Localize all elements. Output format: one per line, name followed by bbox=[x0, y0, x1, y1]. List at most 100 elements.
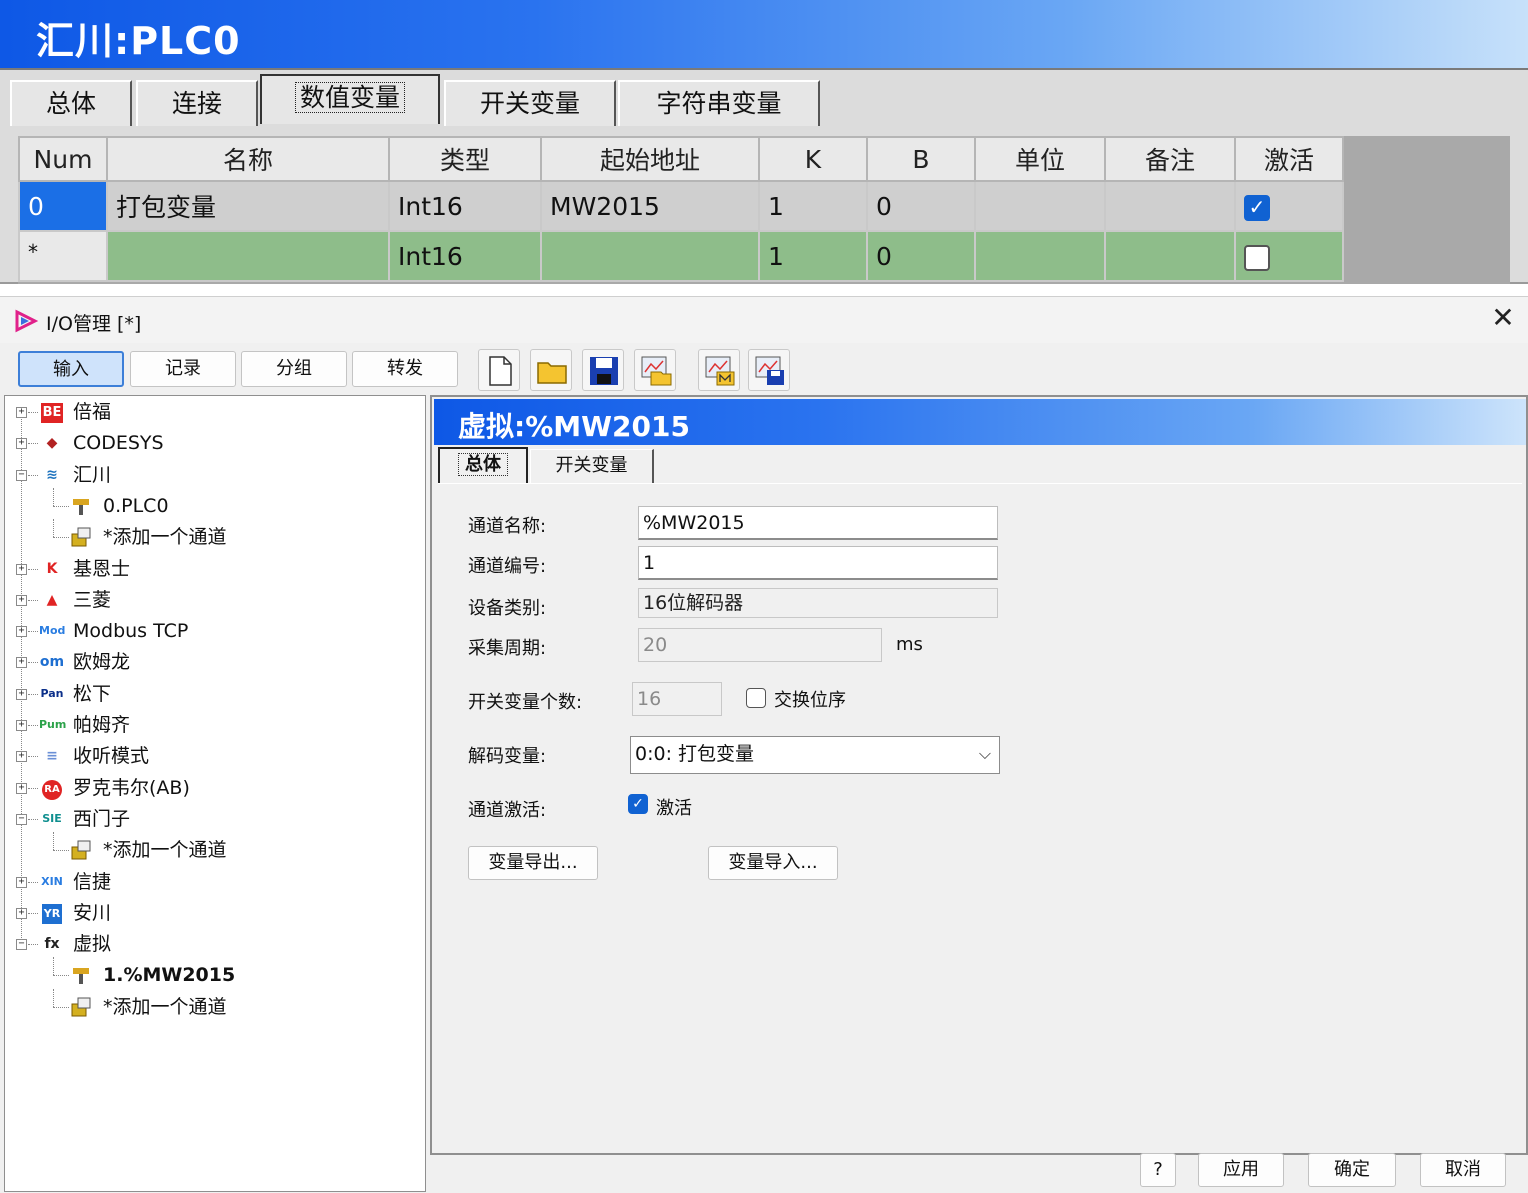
collapse-icon[interactable]: − bbox=[16, 469, 27, 481]
tree-item-vendor[interactable]: + BE 倍福 bbox=[5, 398, 423, 426]
expand-icon[interactable]: + bbox=[16, 688, 27, 700]
expand-icon[interactable]: + bbox=[16, 407, 27, 418]
decode-variable-select[interactable]: 0:0: 打包变量 ⌵ bbox=[630, 736, 1000, 774]
cell-type[interactable]: Int16 bbox=[388, 180, 542, 232]
tree-item-vendor[interactable]: + ◆ CODESYS bbox=[5, 429, 423, 457]
expand-icon[interactable]: + bbox=[16, 438, 27, 450]
col-type[interactable]: 类型 bbox=[388, 136, 542, 182]
save-chart-button[interactable] bbox=[748, 349, 790, 391]
swap-bit-order-checkbox[interactable] bbox=[746, 688, 766, 708]
cancel-button[interactable]: 取消 bbox=[1420, 1153, 1506, 1187]
cell-unit[interactable] bbox=[974, 180, 1106, 232]
tree-item-channel[interactable]: 0.PLC0 bbox=[5, 487, 423, 520]
collapse-icon[interactable]: − bbox=[16, 813, 27, 825]
col-k[interactable]: K bbox=[758, 136, 868, 182]
export-chart-button[interactable] bbox=[698, 349, 740, 391]
nav-forward-button[interactable]: 转发 bbox=[352, 351, 458, 387]
nav-record-button[interactable]: 记录 bbox=[130, 351, 236, 387]
col-active[interactable]: 激活 bbox=[1234, 136, 1344, 182]
tree-item-vendor[interactable]: + Pan 松下 bbox=[5, 680, 423, 708]
table-row[interactable]: 0 打包变量 Int16 MW2015 1 0 ✓ bbox=[18, 180, 1344, 232]
tab-switch-variables[interactable]: 开关变量 bbox=[444, 80, 616, 126]
expand-icon[interactable]: + bbox=[16, 594, 27, 606]
tree-item-vendor[interactable]: + Pum 帕姆齐 bbox=[5, 711, 423, 739]
ok-button[interactable]: 确定 bbox=[1308, 1153, 1396, 1187]
tree-item-channel[interactable]: 1.%MW2015 bbox=[5, 957, 423, 989]
tree-item-vendor[interactable]: − ≋ 汇川 bbox=[5, 461, 423, 489]
cell-unit[interactable] bbox=[974, 230, 1106, 282]
col-name[interactable]: 名称 bbox=[106, 136, 390, 182]
channel-number-field[interactable]: 1 bbox=[638, 546, 998, 580]
cell-k[interactable]: 1 bbox=[758, 180, 868, 232]
cell-name[interactable]: 打包变量 bbox=[106, 180, 390, 232]
close-icon[interactable]: ✕ bbox=[1488, 303, 1518, 333]
tab-general[interactable]: 总体 bbox=[438, 447, 528, 483]
import-variables-button[interactable]: 变量导入... bbox=[708, 846, 838, 880]
tree-item-vendor[interactable]: + RA 罗克韦尔(AB) bbox=[5, 774, 423, 802]
tab-string-variables[interactable]: 字符串变量 bbox=[618, 80, 820, 126]
cell-address[interactable] bbox=[540, 230, 760, 282]
cell-active[interactable]: ✓ bbox=[1234, 180, 1344, 232]
tree-item-channel[interactable]: *添加一个通道 bbox=[5, 988, 423, 1021]
tree-item-channel[interactable]: *添加一个通道 bbox=[5, 832, 423, 864]
cell-note[interactable] bbox=[1104, 230, 1236, 282]
expand-icon[interactable]: + bbox=[16, 907, 27, 919]
cell-address[interactable]: MW2015 bbox=[540, 180, 760, 232]
open-folder-button[interactable] bbox=[530, 349, 572, 391]
tree-item-vendor[interactable]: + XIN 信捷 bbox=[5, 868, 423, 896]
col-num[interactable]: Num bbox=[18, 136, 108, 182]
expand-icon[interactable]: + bbox=[16, 720, 27, 731]
cell-k[interactable]: 1 bbox=[758, 230, 868, 282]
cell-num[interactable]: 0 bbox=[18, 180, 108, 232]
cell-b[interactable]: 0 bbox=[866, 230, 976, 282]
col-note[interactable]: 备注 bbox=[1104, 136, 1236, 182]
tree-item-vendor[interactable]: + YR 安川 bbox=[5, 899, 423, 927]
tab-connection[interactable]: 连接 bbox=[136, 80, 258, 126]
cell-type[interactable]: Int16 bbox=[388, 230, 542, 282]
cell-name[interactable] bbox=[106, 230, 390, 282]
tree-item-vendor[interactable]: + Mod Modbus TCP bbox=[5, 617, 423, 645]
collapse-icon[interactable]: − bbox=[16, 939, 27, 951]
tree-item-channel[interactable]: *添加一个通道 bbox=[5, 519, 423, 551]
expand-icon[interactable]: + bbox=[16, 563, 27, 575]
expand-icon[interactable]: + bbox=[16, 657, 27, 669]
active-checkbox[interactable] bbox=[1244, 244, 1270, 271]
col-b[interactable]: B bbox=[866, 136, 976, 182]
tree-item-vendor[interactable]: − SIE 西门子 bbox=[5, 805, 423, 833]
tree-item-vendor[interactable]: + om 欧姆龙 bbox=[5, 648, 423, 676]
chart-export-icon bbox=[705, 356, 735, 386]
channel-active-checkbox[interactable]: ✓ bbox=[628, 794, 648, 814]
apply-button[interactable]: 应用 bbox=[1198, 1153, 1284, 1187]
expand-icon[interactable]: + bbox=[16, 751, 27, 763]
tree-item-vendor[interactable]: + ▲ 三菱 bbox=[5, 586, 423, 614]
cell-active[interactable] bbox=[1234, 230, 1344, 282]
tab-numeric-variables[interactable]: 数值变量 bbox=[260, 74, 440, 124]
channel-name-field[interactable]: %MW2015 bbox=[638, 506, 998, 540]
new-file-button[interactable] bbox=[478, 349, 520, 391]
tree-item-label: 收听模式 bbox=[73, 745, 150, 768]
tree-item-vendor[interactable]: − fx 虚拟 bbox=[5, 930, 423, 958]
col-unit[interactable]: 单位 bbox=[974, 136, 1106, 182]
expand-icon[interactable]: + bbox=[16, 876, 27, 888]
tree-connector bbox=[28, 756, 38, 758]
import-chart-button[interactable] bbox=[634, 349, 676, 391]
tree-item-vendor[interactable]: + K 基恩士 bbox=[5, 555, 423, 583]
expand-icon[interactable]: + bbox=[16, 782, 27, 794]
cell-num[interactable]: * bbox=[18, 230, 108, 282]
tree-item-vendor[interactable]: + ≡ 收听模式 bbox=[5, 742, 423, 770]
nav-group-button[interactable]: 分组 bbox=[241, 351, 347, 387]
col-address[interactable]: 起始地址 bbox=[540, 136, 760, 182]
device-tree[interactable]: + BE 倍福 + ◆ CODESYS − ≋ 汇川 0.PLC0 *添加一个通道 + K 基恩士 + ▲ 三菱… bbox=[4, 395, 426, 1192]
tab-general[interactable]: 总体 bbox=[10, 80, 132, 126]
expand-icon[interactable]: + bbox=[16, 626, 27, 638]
save-button[interactable] bbox=[582, 349, 624, 391]
tab-switch-variables[interactable]: 开关变量 bbox=[530, 449, 654, 483]
help-button[interactable]: ? bbox=[1140, 1153, 1176, 1187]
nav-input-button[interactable]: 输入 bbox=[18, 351, 124, 387]
active-checkbox[interactable]: ✓ bbox=[1244, 194, 1270, 221]
cell-note[interactable] bbox=[1104, 180, 1236, 232]
export-variables-button[interactable]: 变量导出... bbox=[468, 846, 598, 880]
app-logo-icon bbox=[15, 309, 38, 333]
cell-b[interactable]: 0 bbox=[866, 180, 976, 232]
table-row-new[interactable]: * Int16 1 0 bbox=[18, 230, 1344, 282]
